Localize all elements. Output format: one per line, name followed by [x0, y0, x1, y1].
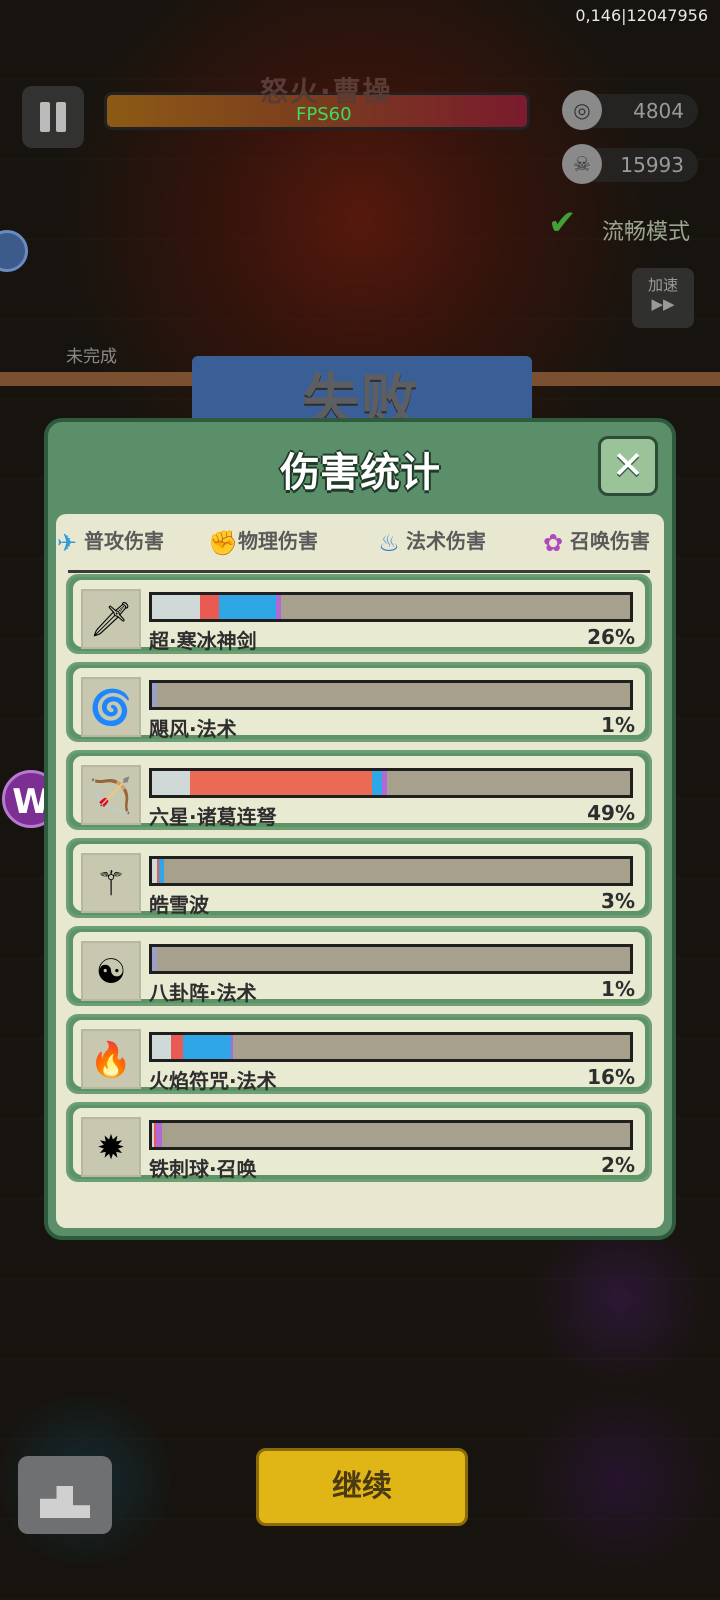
kill-value: 15993: [620, 153, 684, 177]
legend-label: 召唤伤害: [570, 529, 650, 553]
damage-bar-segment: [219, 595, 276, 619]
damage-bar-segment: [382, 771, 387, 795]
weapon-row: 🏹 六星·诸葛连弩 49%: [66, 750, 652, 830]
legend-normal-attack: ✈ 普攻伤害: [54, 526, 164, 556]
damage-bar-segment: [190, 771, 372, 795]
close-button[interactable]: ✕: [598, 436, 658, 496]
weapon-name: 火焰符咒·法术: [149, 1069, 277, 1093]
weapon-row: 🗡 超·寒冰神剑 26%: [66, 574, 652, 654]
damage-bar-segment: [200, 595, 219, 619]
paw-icon: ✿: [542, 528, 564, 557]
weapon-name: 六星·诸葛连弩: [149, 805, 277, 829]
damage-bar: [149, 1032, 633, 1062]
legend-label: 法术伤害: [406, 529, 486, 553]
coin-counter: ◎ 4804: [562, 90, 698, 130]
legend-divider: [68, 570, 650, 573]
ice-sword-icon: 🗡: [81, 589, 141, 649]
weapon-name: 超·寒冰神剑: [149, 629, 257, 653]
flame-icon: ♨: [378, 528, 400, 557]
speed-label: 加速: [647, 276, 678, 294]
damage-percent: 16%: [587, 1065, 635, 1089]
damage-bar-segment: [372, 771, 382, 795]
weapon-row: 🔥 火焰符咒·法术 16%: [66, 1014, 652, 1094]
skull-icon: ☠: [562, 144, 602, 184]
legend-label: 普攻伤害: [84, 529, 164, 553]
weapon-row: ☯ 八卦阵·法术 1%: [66, 926, 652, 1006]
damage-percent: 26%: [587, 625, 635, 649]
check-icon: ✔: [548, 203, 577, 243]
damage-bar-segment: [152, 947, 157, 971]
legend-summon: ✿ 召唤伤害: [540, 526, 650, 556]
legend-magic: ♨ 法术伤害: [376, 526, 486, 556]
damage-bar-segment: [152, 683, 157, 707]
weapon-name: 八卦阵·法术: [149, 981, 257, 1005]
damage-bar-segment: [152, 595, 200, 619]
fire-talisman-icon: 🔥: [81, 1029, 141, 1089]
damage-bar-segment: [171, 1035, 183, 1059]
damage-bar: [149, 944, 633, 974]
damage-bar-segment: [152, 771, 190, 795]
fist-icon: ✊: [208, 528, 238, 557]
damage-bar-segment: [183, 1035, 231, 1059]
damage-bar-segment: [231, 1035, 233, 1059]
tornado-icon: 🌀: [81, 677, 141, 737]
weapon-row: ✹ 铁刺球·召唤 2%: [66, 1102, 652, 1182]
weapon-name: 飓风·法术: [149, 717, 237, 741]
weapon-name: 皓雪波: [149, 893, 209, 917]
damage-bar: [149, 768, 633, 798]
leaderboard-button[interactable]: [18, 1456, 112, 1534]
coords-readout: 0,146|12047956: [575, 6, 708, 25]
damage-bar: [149, 1120, 633, 1150]
damage-percent: 1%: [601, 977, 635, 1001]
continue-button[interactable]: 继续: [256, 1448, 468, 1526]
spike-ball-icon: ✹: [81, 1117, 141, 1177]
smooth-mode-toggle[interactable]: 流畅模式: [602, 214, 690, 246]
legend-label: 物理伤害: [238, 529, 318, 553]
damage-bar: [149, 592, 633, 622]
damage-percent: 49%: [587, 801, 635, 825]
damage-bar: [149, 680, 633, 710]
damage-bar-segment: [159, 859, 164, 883]
damage-percent: 3%: [601, 889, 635, 913]
weapon-name: 铁刺球·召唤: [149, 1157, 257, 1181]
sword-icon: ✈: [56, 528, 78, 557]
damage-bar-segment: [152, 1035, 171, 1059]
kill-counter: ☠ 15993: [562, 144, 698, 184]
coin-icon: ◎: [562, 90, 602, 130]
crossbow-icon: 🏹: [81, 765, 141, 825]
damage-percent: 2%: [601, 1153, 635, 1177]
bagua-icon: ☯: [81, 941, 141, 1001]
legend-physical: ✊物理伤害: [208, 526, 318, 556]
damage-bar: [149, 856, 633, 886]
weapon-row: 🌀 飓风·法术 1%: [66, 662, 652, 742]
coin-value: 4804: [633, 99, 684, 123]
pause-button[interactable]: [22, 86, 84, 148]
fast-forward-icon: ▶▶: [651, 295, 675, 313]
fps-counter: FPS60: [296, 104, 352, 125]
weapon-row: ⚚ 皓雪波 3%: [66, 838, 652, 918]
damage-bar-segment: [276, 595, 281, 619]
damage-bar-segment: [156, 1123, 162, 1147]
snow-scepter-icon: ⚚: [81, 853, 141, 913]
damage-percent: 1%: [601, 713, 635, 737]
speed-button[interactable]: 加速 ▶▶: [632, 268, 694, 328]
